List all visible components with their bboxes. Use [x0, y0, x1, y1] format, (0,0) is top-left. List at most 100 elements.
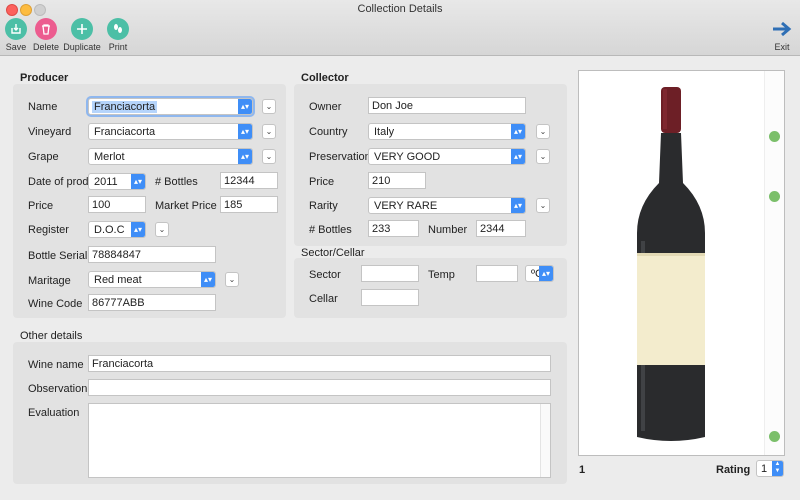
evaluation-label: Evaluation — [28, 407, 80, 419]
wine-code-label: Wine Code — [28, 298, 83, 310]
temp-input[interactable] — [476, 265, 518, 282]
name-select[interactable]: Franciacorta ▴▾ — [88, 98, 253, 115]
window-title: Collection Details — [357, 3, 443, 15]
vineyard-dropdown-button[interactable]: ⌄ — [262, 124, 276, 139]
delete-button[interactable]: Delete — [32, 18, 60, 52]
rating-label: Rating — [716, 464, 751, 476]
producer-price-input[interactable]: 100 — [88, 196, 146, 213]
owner-input[interactable]: Don Joe — [368, 97, 526, 114]
register-select[interactable]: D.O.C ▴▾ — [88, 221, 146, 238]
collector-price-input[interactable]: 210 — [368, 172, 426, 189]
cellar-label: Cellar — [309, 293, 338, 305]
arrow-right-icon — [770, 18, 794, 40]
exit-button[interactable]: Exit — [770, 18, 794, 52]
watermark-badge-icon — [769, 131, 780, 142]
collector-title: Collector — [301, 72, 349, 84]
preservation-value: VERY GOOD — [374, 151, 441, 163]
producer-price-label: Price — [28, 200, 54, 212]
date-of-prod-value: 2011 — [94, 176, 118, 188]
select-arrows-icon: ▴▾ — [238, 149, 252, 164]
chevron-down-icon: ⌄ — [265, 127, 273, 136]
date-of-prod-select[interactable]: 2011 ▴▾ — [88, 173, 146, 190]
chevron-down-icon: ⌄ — [265, 102, 273, 111]
maritage-select[interactable]: Red meat ▴▾ — [88, 271, 216, 288]
wine-bottle-image — [637, 87, 705, 441]
window-titlebar: Collection Details Save Delete Duplicate… — [0, 0, 800, 56]
collector-bottles-label: # Bottles — [309, 224, 352, 236]
rating-value: 1 — [761, 463, 768, 475]
rarity-select[interactable]: VERY RARE ▴▾ — [368, 197, 526, 214]
country-label: Country — [309, 126, 348, 138]
duplicate-label: Duplicate — [63, 42, 101, 52]
producer-bottles-input[interactable]: 12344 — [220, 172, 278, 189]
chevron-down-icon: ⌄ — [539, 201, 547, 210]
grape-dropdown-button[interactable]: ⌄ — [262, 149, 276, 164]
duplicate-button[interactable]: Duplicate — [63, 18, 101, 52]
register-label: Register — [28, 224, 69, 236]
observation-input[interactable] — [88, 379, 551, 396]
evaluation-textarea[interactable] — [88, 403, 551, 478]
rarity-dropdown-button[interactable]: ⌄ — [536, 198, 550, 213]
select-arrows-icon: ▴▾ — [238, 124, 252, 139]
register-value: D.O.C — [94, 224, 125, 236]
observation-label: Observation — [28, 383, 88, 395]
preservation-dropdown-button[interactable]: ⌄ — [536, 149, 550, 164]
select-arrows-icon: ▴▾ — [131, 174, 145, 189]
evaluation-scrollbar[interactable] — [540, 404, 550, 477]
producer-bottles-label: # Bottles — [155, 176, 198, 188]
number-input[interactable]: 2344 — [476, 220, 526, 237]
collector-price-label: Price — [309, 176, 335, 188]
save-label: Save — [5, 42, 27, 52]
grape-select[interactable]: Merlot ▴▾ — [88, 148, 253, 165]
market-price-input[interactable]: 185 — [220, 196, 278, 213]
footprints-icon — [107, 18, 129, 40]
stepper-arrows-icon[interactable]: ▲ ▼ — [772, 461, 783, 476]
trash-icon — [35, 18, 57, 40]
preservation-select[interactable]: VERY GOOD ▴▾ — [368, 148, 526, 165]
producer-title: Producer — [20, 72, 69, 84]
rarity-label: Rarity — [309, 200, 338, 212]
vineyard-value: Franciacorta — [94, 126, 156, 138]
rating-stepper[interactable]: 1 ▲ ▼ — [756, 460, 784, 477]
sector-input[interactable] — [361, 265, 419, 282]
print-label: Print — [108, 42, 128, 52]
page-number: 1 — [579, 464, 586, 476]
collector-bottles-input[interactable]: 233 — [368, 220, 419, 237]
wine-image-panel[interactable] — [578, 70, 785, 456]
preservation-label: Preservation — [309, 151, 371, 163]
print-button[interactable]: Print — [105, 18, 131, 52]
maritage-dropdown-button[interactable]: ⌄ — [225, 272, 239, 287]
country-dropdown-button[interactable]: ⌄ — [536, 124, 550, 139]
watermark-strip — [764, 71, 784, 455]
name-dropdown-button[interactable]: ⌄ — [262, 99, 276, 114]
vineyard-select[interactable]: Franciacorta ▴▾ — [88, 123, 253, 140]
bottle-serial-input[interactable]: 78884847 — [88, 246, 216, 263]
wine-name-label: Wine name — [28, 359, 84, 371]
chevron-down-icon: ⌄ — [158, 225, 166, 234]
plus-icon — [71, 18, 93, 40]
country-select[interactable]: Italy ▴▾ — [368, 123, 526, 140]
register-dropdown-button[interactable]: ⌄ — [155, 222, 169, 237]
wine-name-input[interactable]: Franciacorta — [88, 355, 551, 372]
maritage-value: Red meat — [94, 274, 142, 286]
wine-code-input[interactable]: 86777ABB — [88, 294, 216, 311]
chevron-down-icon: ⌄ — [539, 127, 547, 136]
select-arrows-icon: ▴▾ — [511, 149, 525, 164]
country-value: Italy — [374, 126, 395, 138]
select-arrows-icon: ▴▾ — [201, 272, 215, 287]
select-arrows-icon: ▴▾ — [511, 198, 525, 213]
chevron-down-icon: ⌄ — [265, 152, 273, 161]
name-value: Franciacorta — [92, 101, 158, 113]
select-arrows-icon: ▴▾ — [131, 222, 145, 237]
exit-label: Exit — [774, 42, 790, 52]
number-label: Number — [428, 224, 468, 236]
rarity-value: VERY RARE — [374, 200, 438, 212]
select-arrows-icon: ▴▾ — [238, 99, 252, 114]
market-price-label: Market Price — [155, 200, 217, 212]
vineyard-label: Vineyard — [28, 126, 72, 138]
select-arrows-icon: ▴▾ — [511, 124, 525, 139]
cellar-input[interactable] — [361, 289, 419, 306]
date-of-prod-label: Date of prod. — [28, 176, 92, 188]
save-button[interactable]: Save — [4, 18, 28, 52]
temp-unit-select[interactable]: ºC ▴▾ — [525, 265, 554, 282]
